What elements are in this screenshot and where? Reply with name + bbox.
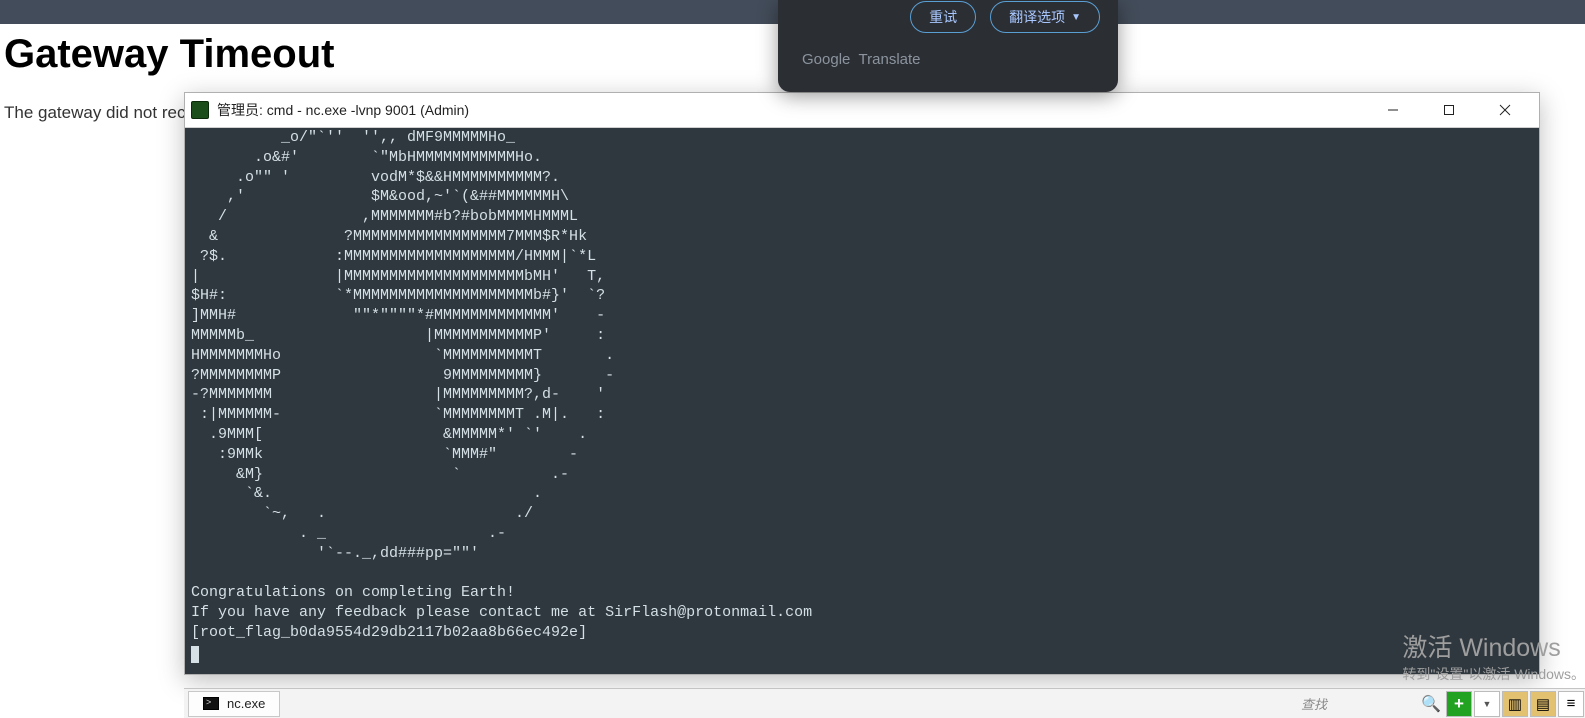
- windows-activation-watermark: 激活 Windows 转到"设置"以激活 Windows。: [1402, 628, 1585, 684]
- terminal-body[interactable]: _o/"`'' '',, dMF9MMMMMHo_ .o&#' `"MbHMMM…: [185, 128, 1539, 674]
- chevron-down-icon: ▼: [1071, 12, 1081, 23]
- maximize-button[interactable]: [1421, 95, 1477, 125]
- google-translate-label: Translate: [854, 51, 920, 68]
- toolbar-button-2[interactable]: ▤: [1530, 691, 1556, 717]
- translate-options-label: 翻译选项: [1009, 7, 1065, 27]
- close-button[interactable]: [1477, 95, 1533, 125]
- cmd-icon: [203, 697, 219, 710]
- terminal-window: 管理员: cmd - nc.exe -lvnp 9001 (Admin) _o/…: [184, 92, 1540, 675]
- translate-options-button[interactable]: 翻译选项 ▼: [990, 1, 1100, 33]
- cmder-toolbar-right: 查找 🔍 + ▼ ▥ ▤ ≡: [1297, 689, 1585, 718]
- terminal-cursor: [191, 646, 199, 663]
- cmder-tab[interactable]: nc.exe: [188, 691, 280, 717]
- search-input[interactable]: 查找: [1297, 692, 1417, 715]
- terminal-titlebar[interactable]: 管理员: cmd - nc.exe -lvnp 9001 (Admin): [185, 93, 1539, 128]
- translate-retry-button[interactable]: 重试: [910, 1, 976, 33]
- search-icon[interactable]: 🔍: [1418, 691, 1444, 717]
- minimize-button[interactable]: [1365, 95, 1421, 125]
- terminal-title: 管理员: cmd - nc.exe -lvnp 9001 (Admin): [217, 100, 469, 120]
- cmder-tab-bar: nc.exe 查找 🔍 + ▼ ▥ ▤ ≡: [184, 688, 1585, 718]
- new-tab-dropdown[interactable]: ▼: [1474, 691, 1500, 717]
- terminal-output: _o/"`'' '',, dMF9MMMMMHo_ .o&#' `"MbHMMM…: [191, 129, 812, 641]
- translate-branding: Google Translate: [802, 51, 1100, 68]
- toolbar-menu-button[interactable]: ≡: [1558, 691, 1584, 717]
- cmder-tab-label: nc.exe: [227, 696, 265, 711]
- maximize-icon: [1443, 104, 1455, 116]
- watermark-line1: 激活 Windows: [1402, 628, 1585, 664]
- terminal-icon: [191, 101, 209, 119]
- translate-retry-label: 重试: [929, 7, 957, 27]
- watermark-line2: 转到"设置"以激活 Windows。: [1402, 664, 1585, 684]
- translate-popup: 重试 翻译选项 ▼ Google Translate: [778, 0, 1118, 92]
- google-logo-text: Google: [802, 51, 850, 68]
- close-icon: [1499, 104, 1511, 116]
- toolbar-button-1[interactable]: ▥: [1502, 691, 1528, 717]
- new-tab-button[interactable]: +: [1446, 691, 1472, 717]
- minimize-icon: [1387, 104, 1399, 116]
